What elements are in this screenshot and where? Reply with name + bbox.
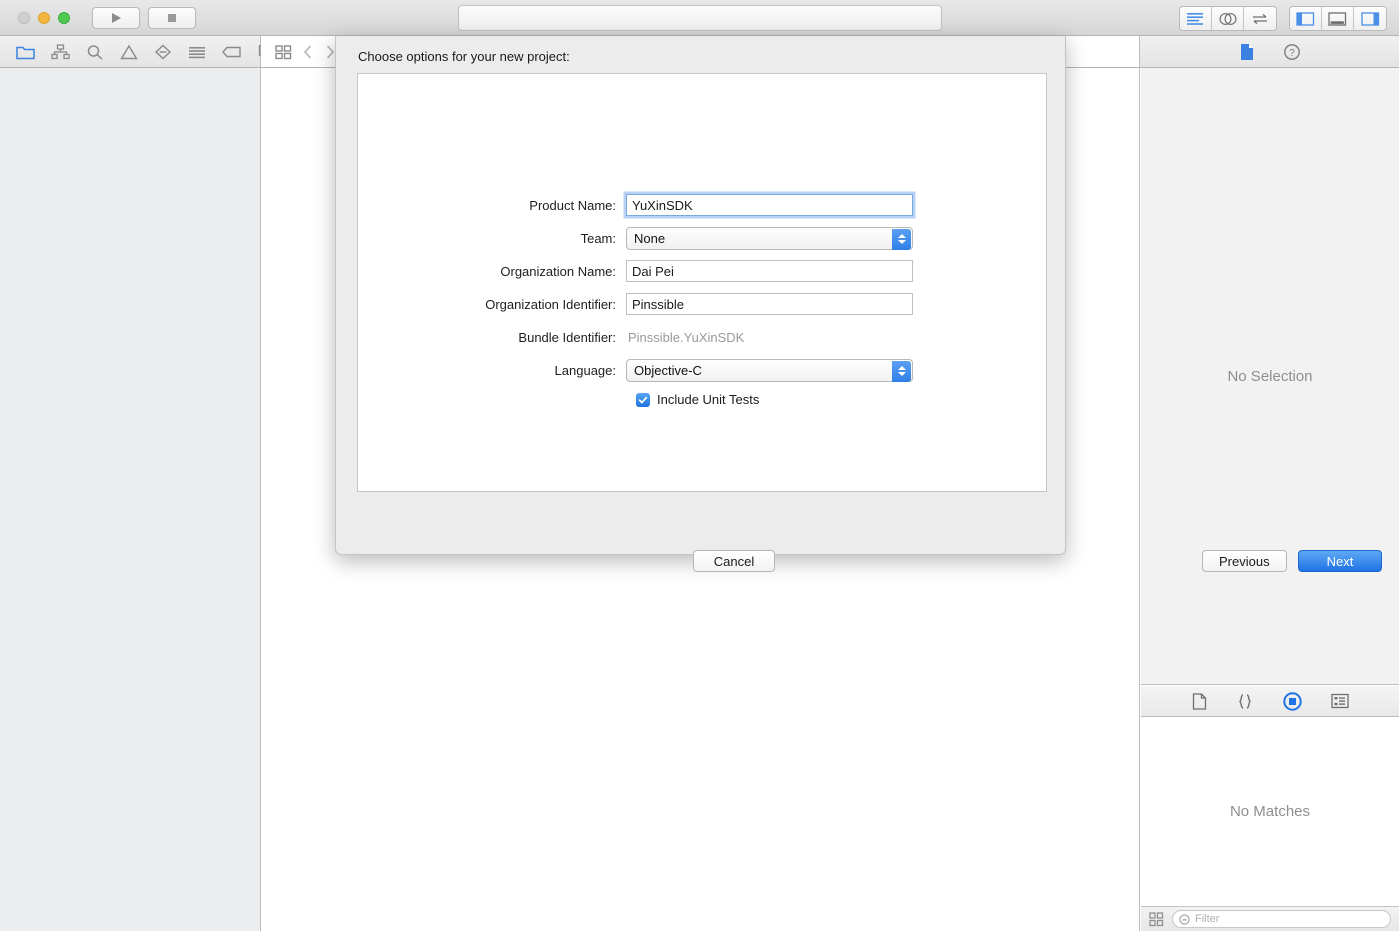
- form-row-organization-name: Organization Name:: [358, 260, 1048, 282]
- toggle-utilities-icon: [1360, 11, 1380, 26]
- object-library-icon[interactable]: [1282, 691, 1302, 711]
- include-unit-tests-checkbox[interactable]: [636, 392, 650, 407]
- issue-navigator-icon[interactable]: [120, 44, 138, 60]
- version-editor-button[interactable]: [1244, 7, 1276, 30]
- navigator-selector-bar: [0, 36, 276, 67]
- assistant-editor-icon: [1218, 12, 1238, 26]
- team-stepper-icon[interactable]: [892, 228, 911, 250]
- form-row-team: Team: None: [358, 226, 1048, 250]
- language-popup-button[interactable]: Objective-C: [626, 358, 913, 382]
- titlebar-right-controls: [1179, 6, 1387, 31]
- language-value: Objective-C: [634, 362, 702, 378]
- bundle-identifier-label: Bundle Identifier:: [518, 329, 616, 345]
- find-navigator-icon[interactable]: [86, 44, 104, 60]
- filter-placeholder-text: Filter: [1195, 913, 1220, 925]
- organization-name-label: Organization Name:: [500, 263, 616, 279]
- form-row-language: Language: Objective-C: [358, 358, 1048, 382]
- language-label: Language:: [554, 362, 616, 378]
- close-button[interactable]: [18, 11, 30, 24]
- standard-editor-button[interactable]: [1180, 7, 1212, 30]
- toggle-debug-area-button[interactable]: [1322, 7, 1354, 30]
- view-toggle-segmented: [1289, 6, 1387, 31]
- stop-button[interactable]: [148, 6, 196, 29]
- filter-search-icon: [1179, 913, 1190, 925]
- version-editor-icon: [1250, 12, 1270, 26]
- test-navigator-icon[interactable]: [154, 44, 172, 60]
- run-stop-group: [92, 6, 196, 29]
- back-chevron-icon[interactable]: [302, 44, 314, 60]
- organization-identifier-input[interactable]: [626, 293, 913, 315]
- library-tab-bar: [1141, 686, 1399, 717]
- breakpoint-navigator-icon[interactable]: [222, 44, 242, 60]
- bundle-identifier-value: Pinssible.YuXinSDK: [628, 329, 745, 345]
- toggle-navigator-button[interactable]: [1290, 7, 1322, 30]
- toggle-debug-area-icon: [1328, 11, 1347, 26]
- play-icon: [109, 11, 123, 25]
- form-row-bundle-identifier: Bundle Identifier: Pinssible.YuXinSDK: [358, 326, 1048, 348]
- sheet-title: Choose options for your new project:: [358, 49, 570, 64]
- run-button[interactable]: [92, 6, 140, 29]
- toggle-navigator-icon: [1296, 11, 1315, 26]
- product-name-label: Product Name:: [529, 197, 616, 213]
- organization-name-input[interactable]: [626, 260, 913, 282]
- project-navigator-icon[interactable]: [16, 44, 35, 60]
- include-unit-tests-label: Include Unit Tests: [657, 392, 760, 407]
- quick-help-icon[interactable]: ?: [1283, 43, 1301, 61]
- team-value: None: [634, 230, 666, 246]
- organization-identifier-label: Organization Identifier:: [485, 296, 616, 312]
- inspector-placeholder: No Selection: [1227, 367, 1313, 385]
- xcode-window: ? No Selection No Matches Filter Choose …: [0, 0, 1399, 931]
- assistant-editor-button[interactable]: [1212, 7, 1244, 30]
- toggle-utilities-button[interactable]: [1354, 7, 1386, 30]
- file-inspector-icon[interactable]: [1239, 43, 1255, 61]
- team-popup-button[interactable]: None: [626, 226, 913, 250]
- zoom-button[interactable]: [58, 11, 70, 24]
- symbol-navigator-icon[interactable]: [51, 43, 70, 60]
- minimize-button[interactable]: [38, 11, 50, 24]
- debug-navigator-icon[interactable]: [188, 44, 206, 60]
- file-template-library-icon[interactable]: [1192, 692, 1207, 710]
- media-library-icon[interactable]: [1330, 693, 1349, 709]
- library-grid-icon[interactable]: [1149, 911, 1164, 927]
- library-content: No Matches: [1141, 717, 1399, 906]
- editor-mode-segmented: [1179, 6, 1277, 31]
- navigator-panel[interactable]: [0, 68, 261, 931]
- window-titlebar: [0, 0, 1399, 36]
- inspector-panel: No Selection: [1141, 68, 1399, 685]
- window-controls: [18, 11, 70, 24]
- library-filter-bar: Filter: [1141, 906, 1399, 931]
- cancel-button[interactable]: Cancel: [693, 550, 775, 572]
- related-items-icon[interactable]: [275, 44, 292, 60]
- sheet-content-panel: Product Name: Team: None Organization Na…: [357, 73, 1047, 492]
- form-row-organization-identifier: Organization Identifier:: [358, 293, 1048, 315]
- library-placeholder: No Matches: [1229, 803, 1311, 820]
- stop-icon: [165, 11, 179, 25]
- library-filter-field[interactable]: Filter: [1172, 910, 1391, 928]
- code-snippet-library-icon[interactable]: [1236, 693, 1254, 710]
- activity-status-bar: [458, 5, 942, 31]
- utilities-selector-bar: ?: [1141, 36, 1399, 67]
- language-stepper-icon[interactable]: [892, 360, 911, 382]
- product-name-input[interactable]: [626, 194, 913, 216]
- svg-text:?: ?: [1289, 48, 1295, 59]
- include-unit-tests-row[interactable]: Include Unit Tests: [636, 392, 1048, 407]
- standard-editor-icon: [1186, 12, 1205, 25]
- team-label: Team:: [580, 230, 616, 246]
- project-options-form: Product Name: Team: None Organization Na…: [358, 194, 1048, 407]
- previous-button[interactable]: Previous: [1202, 550, 1287, 572]
- new-project-options-sheet: Choose options for your new project: Pro…: [335, 36, 1382, 572]
- next-button[interactable]: Next: [1298, 550, 1382, 572]
- form-row-product-name: Product Name:: [358, 194, 1048, 216]
